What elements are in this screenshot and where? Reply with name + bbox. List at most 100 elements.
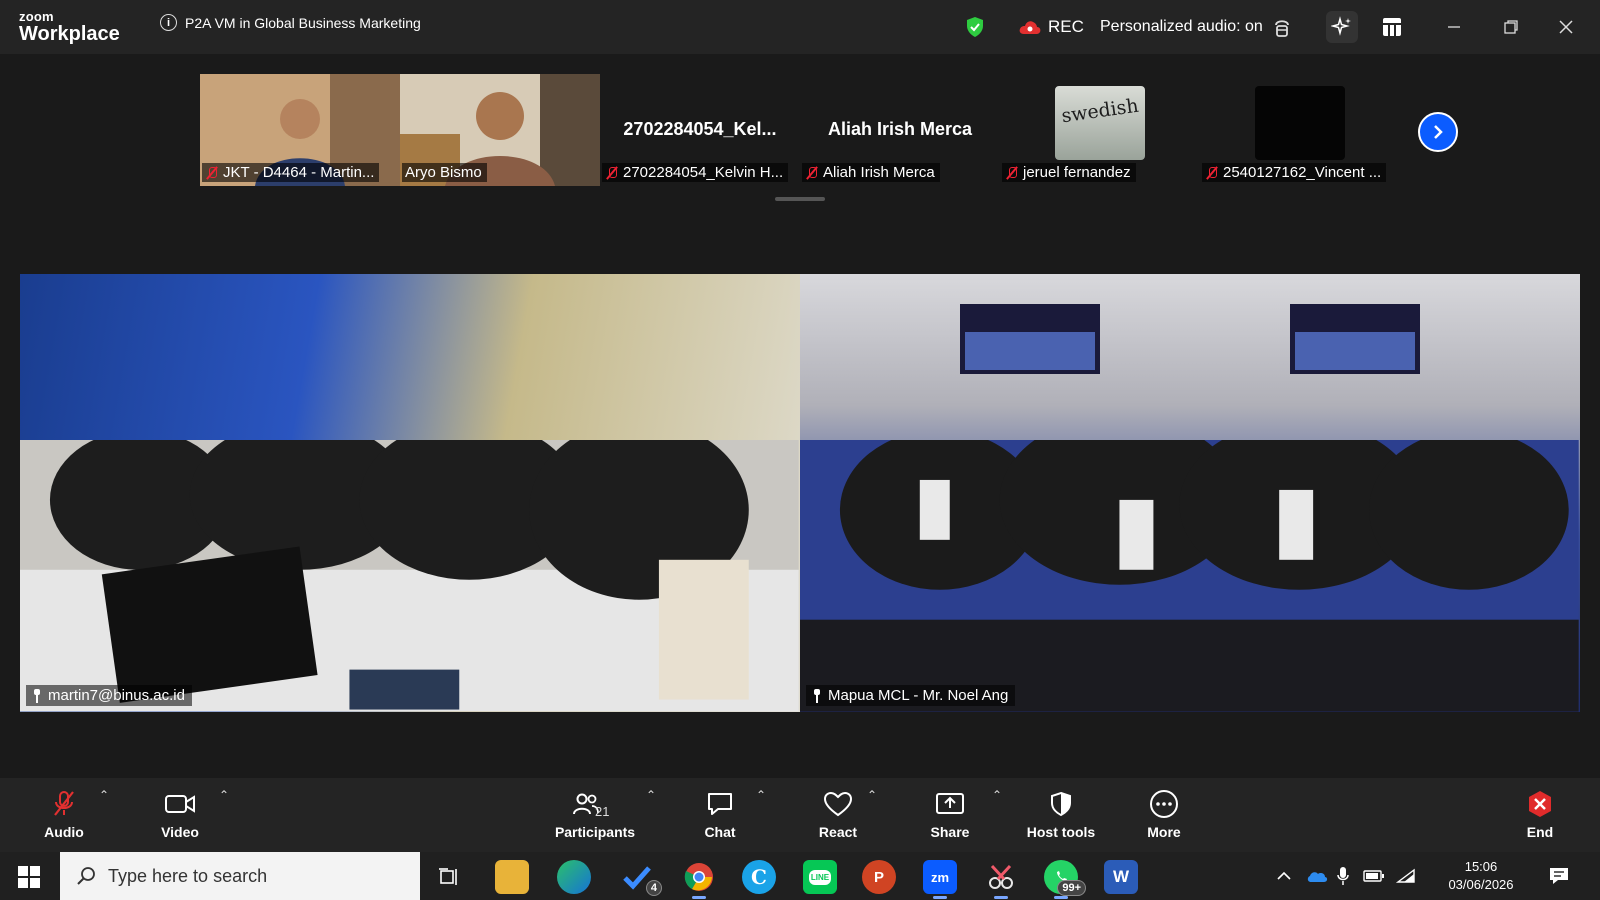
canva-app-icon[interactable]: C bbox=[742, 860, 776, 894]
classroom-video bbox=[800, 440, 1579, 712]
onedrive-cloud-icon[interactable] bbox=[1306, 852, 1328, 900]
encryption-shield-icon[interactable] bbox=[965, 0, 985, 54]
todo-app-icon[interactable]: 4 bbox=[620, 860, 662, 896]
wifi-icon[interactable] bbox=[1396, 852, 1416, 900]
taskbar-search-box[interactable]: Type here to search bbox=[60, 852, 420, 900]
next-page-button[interactable] bbox=[1418, 112, 1458, 152]
windows-logo-icon bbox=[18, 866, 28, 876]
zoom-app-icon[interactable]: zm bbox=[923, 860, 957, 899]
main-video-right[interactable]: Mapua MCL - Mr. Noel Ang bbox=[800, 274, 1580, 712]
participants-button[interactable]: 21 Participants bbox=[555, 778, 635, 852]
recording-indicator[interactable]: REC bbox=[1018, 0, 1084, 54]
participants-options-chevron-up-icon[interactable]: ⌃ bbox=[646, 788, 656, 802]
audio-label: Audio bbox=[44, 824, 84, 840]
heart-icon bbox=[823, 790, 853, 818]
video-label: Video bbox=[161, 824, 199, 840]
title-bar: zoom Workplace i P2A VM in Global Busine… bbox=[0, 0, 1600, 54]
show-hidden-icons-chevron-up-icon[interactable] bbox=[1276, 852, 1292, 900]
audio-button[interactable]: Audio bbox=[44, 778, 84, 852]
microphone-icon[interactable] bbox=[1336, 852, 1350, 900]
windows-start-button[interactable] bbox=[18, 866, 40, 888]
participant-nameplate: jeruel fernandez bbox=[1002, 163, 1136, 182]
meeting-info-button[interactable]: i P2A VM in Global Business Marketing bbox=[160, 14, 421, 31]
snipping-tool-icon[interactable] bbox=[984, 860, 1018, 899]
video-options-chevron-up-icon[interactable]: ⌃ bbox=[219, 788, 229, 802]
participant-nameplate: Aliah Irish Merca bbox=[802, 163, 940, 182]
personalized-audio-toggle[interactable]: Personalized audio: on bbox=[1100, 0, 1291, 54]
avatar-text: swedish bbox=[1060, 94, 1140, 128]
notifications-icon[interactable] bbox=[1548, 852, 1570, 900]
restore-window-button[interactable] bbox=[1503, 0, 1519, 54]
share-options-chevron-up-icon[interactable]: ⌃ bbox=[992, 788, 1002, 802]
chat-options-chevron-up-icon[interactable]: ⌃ bbox=[756, 788, 766, 802]
participant-tile[interactable]: Aliah Irish Merca Aliah Irish Merca bbox=[800, 74, 1000, 186]
participant-display-name: Aliah Irish Merca bbox=[827, 119, 973, 139]
task-view-button[interactable] bbox=[432, 860, 466, 894]
participant-name: Aryo Bismo bbox=[405, 164, 482, 181]
participant-nameplate: 2702284054_Kelvin H... bbox=[602, 163, 789, 182]
clock-time: 15:06 bbox=[1464, 859, 1498, 874]
edge-browser-icon[interactable] bbox=[557, 860, 591, 894]
more-button[interactable]: More bbox=[1144, 778, 1184, 852]
file-explorer-icon[interactable] bbox=[495, 860, 529, 894]
participant-name: 2540127162_Vincent ... bbox=[1223, 164, 1382, 181]
chrome-browser-icon[interactable] bbox=[682, 860, 716, 899]
react-options-chevron-up-icon[interactable]: ⌃ bbox=[867, 788, 877, 802]
share-screen-icon bbox=[935, 790, 965, 818]
mic-muted-icon bbox=[205, 166, 219, 180]
line-app-icon[interactable]: LINE bbox=[803, 860, 837, 894]
participant-tile[interactable]: swedish jeruel fernandez bbox=[1000, 74, 1200, 186]
logo-brand-top: zoom bbox=[19, 9, 54, 24]
more-dots-icon bbox=[1149, 790, 1179, 818]
main-video-left[interactable]: martin7@binus.ac.id bbox=[20, 274, 800, 712]
video-participant-name: martin7@binus.ac.id bbox=[48, 687, 185, 704]
battery-icon[interactable] bbox=[1363, 852, 1385, 900]
apps-grid-icon bbox=[1376, 11, 1408, 43]
mic-muted-icon bbox=[1205, 166, 1219, 180]
participants-label: Participants bbox=[554, 824, 636, 840]
whatsapp-app-icon[interactable]: 99+ bbox=[1044, 860, 1086, 899]
close-icon bbox=[1559, 20, 1573, 34]
minimize-icon bbox=[1448, 26, 1460, 28]
audio-person-icon bbox=[1274, 20, 1289, 37]
line-logo-icon: LINE bbox=[808, 869, 832, 885]
mic-muted-icon bbox=[1005, 166, 1019, 180]
participant-tile[interactable]: JKT - D4464 - Martin... bbox=[200, 74, 400, 186]
host-tools-button[interactable]: Host tools bbox=[1026, 778, 1096, 852]
participant-avatar: swedish bbox=[1055, 86, 1145, 160]
minimize-window-button[interactable] bbox=[1446, 0, 1462, 54]
taskbar-clock[interactable]: 15:06 03/06/2026 bbox=[1436, 858, 1526, 894]
host-shield-icon bbox=[1049, 790, 1073, 818]
video-button[interactable]: Video bbox=[158, 778, 202, 852]
classroom-screens bbox=[960, 304, 1420, 374]
participant-tile[interactable]: 2540127162_Vincent ... bbox=[1200, 74, 1400, 186]
word-app-icon[interactable]: W bbox=[1104, 860, 1138, 894]
participant-nameplate: 2540127162_Vincent ... bbox=[1202, 163, 1387, 182]
ai-companion-button[interactable] bbox=[1326, 0, 1358, 54]
participant-tile[interactable]: 2702284054_Kel... 2702284054_Kelvin H... bbox=[600, 74, 800, 186]
chat-bubble-icon bbox=[706, 790, 734, 818]
apps-button[interactable] bbox=[1376, 0, 1408, 54]
clock-date: 03/06/2026 bbox=[1448, 877, 1514, 892]
cloud-record-icon bbox=[1019, 21, 1041, 34]
mic-muted-icon bbox=[51, 790, 77, 818]
close-window-button[interactable] bbox=[1558, 0, 1574, 54]
chat-button[interactable]: Chat bbox=[702, 778, 738, 852]
end-meeting-button[interactable]: End bbox=[1522, 778, 1558, 852]
chat-label: Chat bbox=[704, 824, 736, 840]
share-button[interactable]: Share bbox=[928, 778, 972, 852]
powerpoint-app-icon[interactable]: P bbox=[862, 860, 896, 894]
mic-muted-icon bbox=[805, 166, 819, 180]
participant-name: jeruel fernandez bbox=[1023, 164, 1131, 181]
participants-icon: 21 bbox=[555, 790, 635, 819]
participant-tile[interactable]: Aryo Bismo bbox=[400, 74, 600, 186]
strip-resize-handle[interactable] bbox=[775, 197, 825, 201]
classroom-video bbox=[20, 440, 799, 712]
participants-count: 21 bbox=[595, 804, 610, 819]
react-button[interactable]: React bbox=[816, 778, 860, 852]
pin-icon bbox=[812, 688, 822, 703]
app-logo: zoom Workplace bbox=[19, 10, 120, 44]
audio-options-chevron-up-icon[interactable]: ⌃ bbox=[99, 788, 109, 802]
search-icon bbox=[77, 867, 95, 885]
todo-badge: 4 bbox=[645, 880, 662, 896]
